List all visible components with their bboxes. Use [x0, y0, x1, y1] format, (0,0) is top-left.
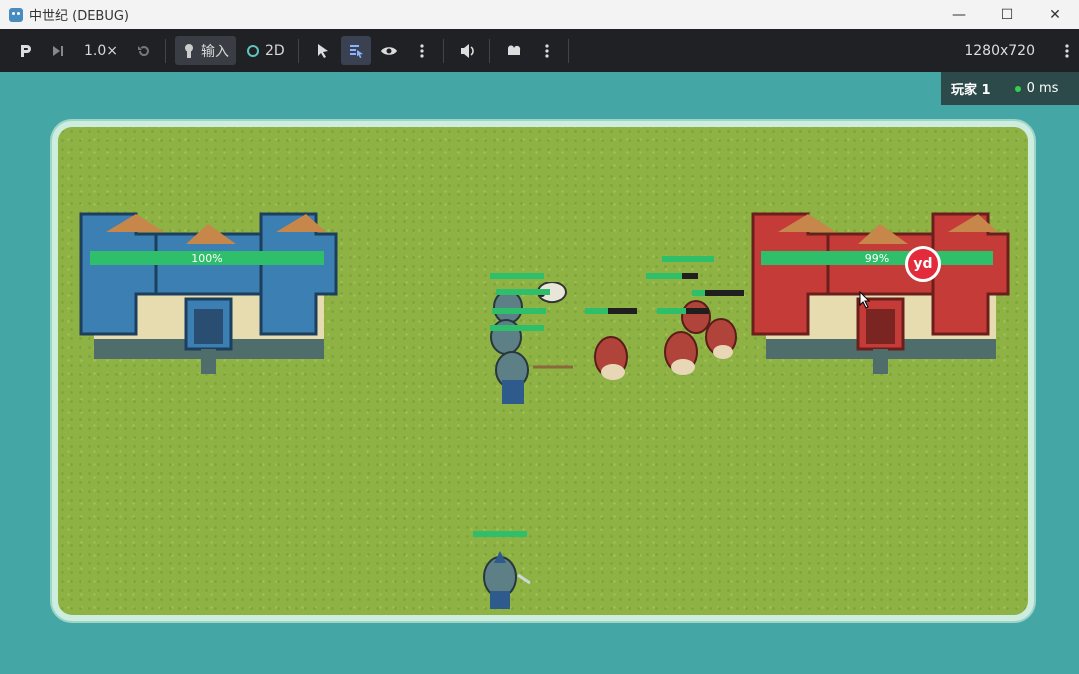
game-viewport[interactable]: 玩家 1 0 ms 100% 99% yd — [6, 72, 1079, 674]
separator — [297, 38, 299, 63]
maximize-button[interactable]: ☐ — [983, 0, 1031, 29]
separator — [442, 38, 444, 63]
minimize-button[interactable]: — — [935, 0, 983, 29]
red-unit-health-bar — [585, 308, 637, 314]
more-options-icon[interactable] — [407, 36, 437, 65]
network-overlay: 玩家 1 0 ms — [941, 72, 1079, 105]
speed-button[interactable]: 1.0× — [76, 36, 126, 65]
eye-icon[interactable] — [374, 36, 404, 65]
window-title: 中世纪 (DEBUG) — [29, 9, 130, 24]
red-unit-health-bar — [646, 273, 698, 279]
separator — [165, 38, 166, 63]
reset-speed-icon[interactable] — [129, 36, 159, 65]
red-unit-health-bar — [662, 256, 714, 262]
red-unit-group[interactable] — [581, 282, 751, 402]
next-frame-icon[interactable] — [43, 36, 73, 65]
mouse-cursor-icon — [859, 291, 871, 309]
blue-castle[interactable] — [76, 204, 341, 384]
scout-health-bar — [473, 531, 527, 537]
speaker-icon[interactable] — [453, 36, 483, 65]
blue-unit-health-bar — [496, 289, 550, 295]
player-label: 玩家 1 — [951, 83, 991, 98]
blue-unit-health-bar — [492, 308, 546, 314]
separator — [567, 38, 569, 63]
blue-unit-health-bar — [490, 325, 544, 331]
blue-scout-unit[interactable] — [470, 545, 540, 617]
input-toggle-button[interactable]: 输入 — [175, 36, 236, 65]
mode-2d-label: 2D — [265, 42, 285, 59]
close-button[interactable]: ✕ — [1031, 0, 1079, 29]
blue-unit-group[interactable] — [478, 282, 578, 412]
camera-options-icon[interactable] — [532, 36, 562, 65]
yd-badge: yd — [905, 246, 941, 282]
list-select-icon[interactable] — [340, 36, 371, 65]
blue-castle-health-bar: 100% — [90, 251, 324, 265]
title-bar: 中世纪 (DEBUG) — ☐ ✕ — [0, 0, 1079, 29]
separator — [488, 38, 490, 63]
input-label: 输入 — [201, 43, 229, 60]
resolution-label: 1280x720 — [964, 42, 1035, 59]
status-dot — [1014, 85, 1021, 92]
red-castle[interactable] — [748, 204, 1013, 384]
mode-2d-button[interactable]: 2D — [239, 36, 292, 65]
red-unit-health-bar — [657, 308, 709, 314]
debug-toolbar: 1.0× 输入 2D 1280x720 — [0, 29, 1079, 72]
circle-icon — [247, 44, 259, 57]
select-cursor-icon[interactable] — [308, 36, 338, 65]
window-menu-icon[interactable] — [1065, 29, 1069, 72]
remote-debug-icon[interactable] — [10, 36, 40, 65]
red-castle-health-bar: 99% — [761, 251, 993, 265]
latency-label: 0 ms — [1026, 81, 1059, 96]
blue-unit-health-bar — [490, 273, 544, 279]
red-unit-health-bar — [692, 290, 744, 296]
godot-icon — [9, 7, 23, 22]
camera-override-icon[interactable] — [499, 36, 529, 65]
pointer-icon — [185, 43, 193, 58]
